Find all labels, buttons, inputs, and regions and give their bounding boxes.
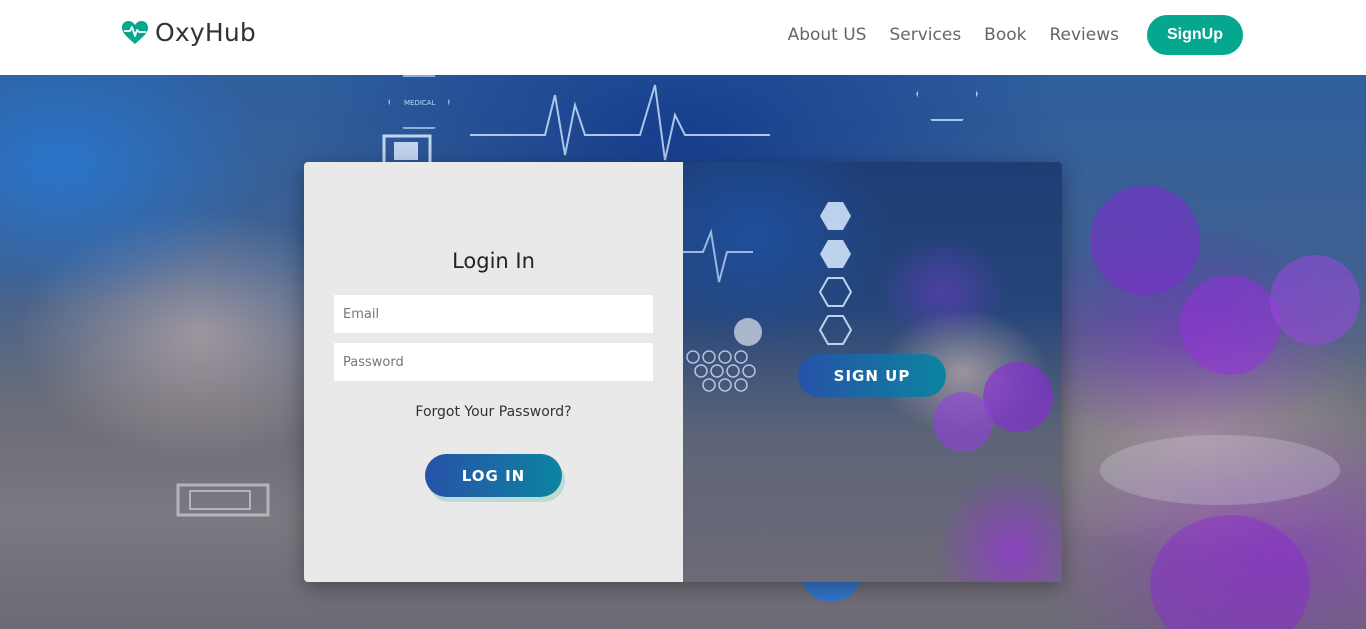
heart-pulse-icon bbox=[122, 20, 148, 44]
password-field[interactable] bbox=[334, 343, 653, 381]
bokeh-light bbox=[933, 392, 993, 452]
bokeh-light bbox=[983, 362, 1053, 432]
brand-logo[interactable]: OxyHub bbox=[121, 18, 256, 47]
nav-link-services[interactable]: Services bbox=[889, 15, 961, 55]
fingerprint-decoration bbox=[1100, 435, 1340, 505]
signup-panel-button[interactable]: SIGN UP bbox=[798, 354, 946, 397]
nav-link-reviews[interactable]: Reviews bbox=[1049, 15, 1119, 55]
auth-card: Login In Forgot Your Password? LOG IN SI… bbox=[304, 162, 1062, 582]
brand-name: OxyHub bbox=[155, 18, 256, 47]
email-field[interactable] bbox=[334, 295, 653, 333]
forgot-password-link[interactable]: Forgot Your Password? bbox=[304, 404, 683, 420]
bokeh-light bbox=[1150, 515, 1310, 629]
nav-signup-button[interactable]: SignUp bbox=[1147, 15, 1243, 55]
navbar: OxyHub About US Services Book Reviews Si… bbox=[0, 0, 1366, 75]
heart-hexagon-decoration bbox=[916, 75, 978, 121]
ecg-line-decoration bbox=[470, 84, 770, 161]
bokeh-light bbox=[1090, 185, 1200, 295]
hexagon-label: MEDICAL bbox=[404, 99, 436, 107]
signup-image-panel: SIGN UP bbox=[683, 162, 1062, 582]
nav-menu: About US Services Book Reviews SignUp bbox=[788, 15, 1243, 55]
bokeh-light bbox=[1180, 275, 1280, 375]
nav-link-about[interactable]: About US bbox=[788, 15, 867, 55]
bokeh-light bbox=[1270, 255, 1360, 345]
nav-link-book[interactable]: Book bbox=[984, 15, 1026, 55]
login-button[interactable]: LOG IN bbox=[425, 454, 562, 497]
hexagon-grid-decoration bbox=[686, 350, 756, 392]
login-title: Login In bbox=[452, 249, 535, 273]
login-panel: Login In Forgot Your Password? LOG IN bbox=[304, 162, 683, 582]
document-icon bbox=[176, 483, 270, 517]
